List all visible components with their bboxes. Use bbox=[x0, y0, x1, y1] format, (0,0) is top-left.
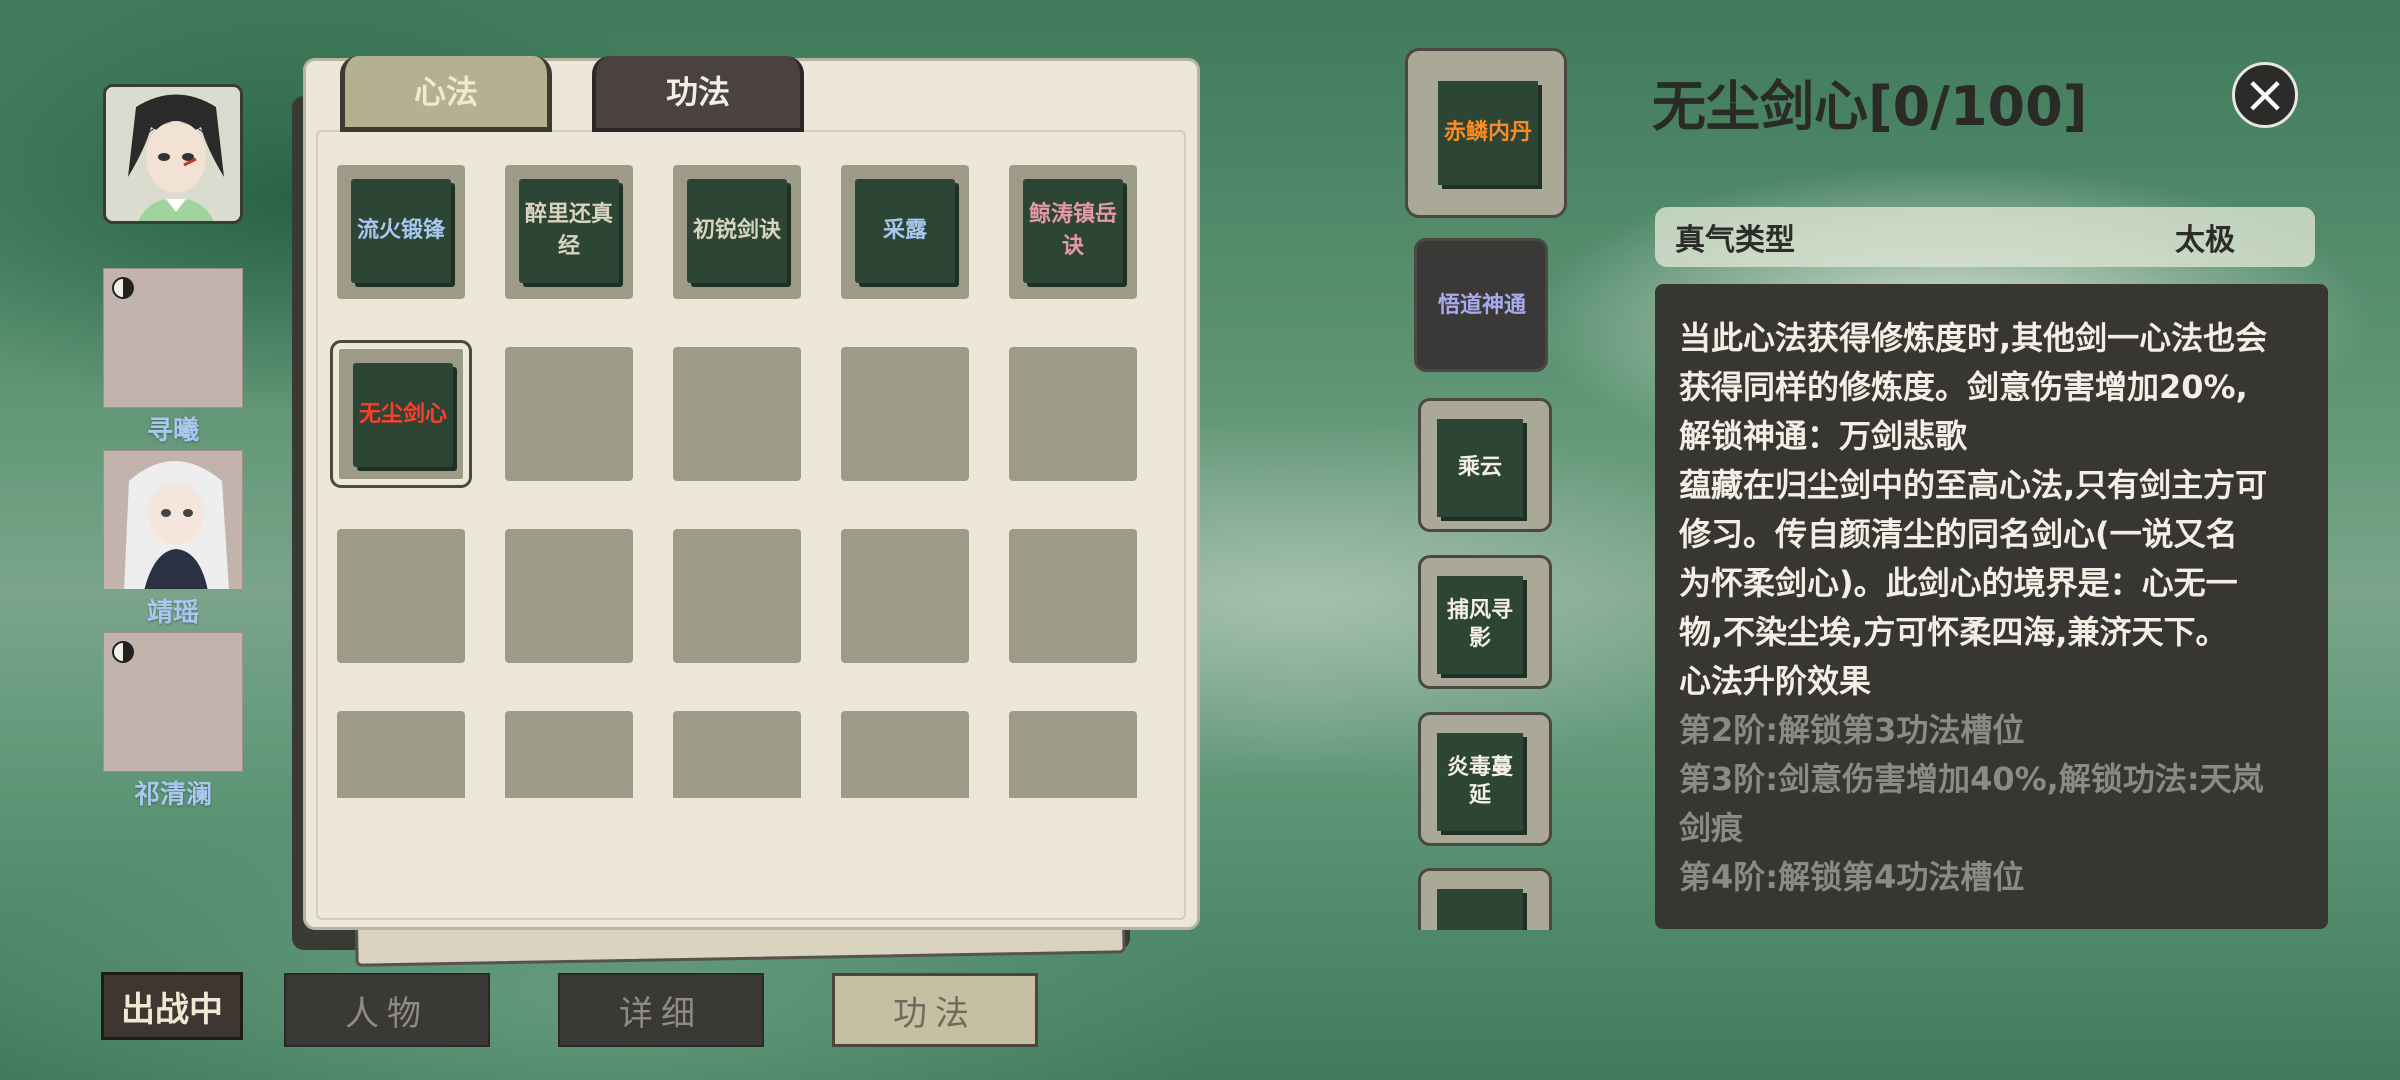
member-portrait-art bbox=[104, 451, 242, 589]
tab-xinfa[interactable]: 心法 bbox=[340, 56, 552, 132]
empty-skill-slot[interactable] bbox=[841, 347, 969, 481]
upgrade-line: 第2阶:解锁第3功法槽位 bbox=[1679, 711, 2025, 749]
gongfa-button[interactable]: 功法 bbox=[832, 973, 1038, 1047]
member-name: 祁清澜 bbox=[133, 780, 212, 810]
skill-card: 乘云 bbox=[1437, 419, 1523, 517]
roster-slot-1[interactable] bbox=[103, 268, 243, 408]
empty-skill-slot[interactable] bbox=[1009, 529, 1137, 663]
skill-card: 流火锻锋 bbox=[351, 179, 451, 283]
side-skill-column: 悟道神通 bbox=[1400, 236, 1552, 376]
skill-slot[interactable]: 流火锻锋 bbox=[337, 165, 465, 299]
member-name: 寻曦 bbox=[146, 416, 199, 446]
skill-card: 悟道神通 bbox=[1437, 293, 1526, 318]
upgrade-line: 剑痕 bbox=[1679, 809, 1744, 847]
detail-button[interactable]: 详细 bbox=[558, 973, 764, 1047]
qi-type-label: 真气类型 bbox=[1675, 223, 1795, 258]
member-name: 靖瑶 bbox=[146, 598, 199, 628]
close-icon: × bbox=[2243, 65, 2287, 125]
desc-line: 蕴藏在归尘剑中的至高心法,只有剑主方可 bbox=[1679, 466, 2268, 504]
empty-skill-slot[interactable] bbox=[673, 711, 801, 798]
empty-skill-slot[interactable] bbox=[505, 711, 633, 798]
empty-skill-slot[interactable] bbox=[337, 529, 465, 663]
taiji-icon bbox=[112, 641, 134, 663]
skill-card: 炎毒蔓延 bbox=[1437, 733, 1523, 831]
skill-slot[interactable]: 采露 bbox=[841, 165, 969, 299]
skill-grid: 流火锻锋 醉里还真经 初锐剑诀 采露 鲸涛镇岳诀 无尘剑心 bbox=[330, 160, 1150, 798]
taiji-icon bbox=[112, 277, 134, 299]
skill-card: 无尘剑心 bbox=[353, 363, 453, 467]
empty-skill-slot[interactable] bbox=[841, 529, 969, 663]
side-skill-slot[interactable]: 炎毒蔓延 bbox=[1418, 712, 1552, 846]
active-character-portrait[interactable] bbox=[103, 84, 243, 224]
skill-slot[interactable]: 初锐剑诀 bbox=[673, 165, 801, 299]
side-skill-slot-partial[interactable] bbox=[1418, 868, 1552, 930]
desc-line: 物,不染尘埃,方可怀柔四海,兼济天下。 bbox=[1679, 613, 2228, 651]
desc-line: 解锁神通：万剑悲歌 bbox=[1679, 417, 1968, 455]
skill-card: 捕风寻影 bbox=[1437, 576, 1523, 674]
desc-line: 修习。传自颜清尘的同名剑心(一说又名 bbox=[1679, 515, 2238, 553]
upgrade-line: 第3阶:剑意伤害增加40%,解锁功法:天岚 bbox=[1679, 760, 2264, 798]
character-button[interactable]: 人物 bbox=[284, 973, 490, 1047]
equipped-inner-core[interactable]: 赤鳞内丹 bbox=[1405, 48, 1567, 218]
skill-slot[interactable]: 醉里还真经 bbox=[505, 165, 633, 299]
side-skill-slot bbox=[1418, 868, 1552, 930]
side-skill-slot[interactable]: 悟道神通 bbox=[1414, 238, 1548, 372]
empty-skill-slot[interactable] bbox=[1009, 711, 1137, 798]
empty-skill-slot[interactable] bbox=[673, 529, 801, 663]
empty-skill-slot[interactable] bbox=[337, 711, 465, 798]
empty-skill-slot[interactable] bbox=[505, 529, 633, 663]
desc-line: 当此心法获得修炼度时,其他剑一心法也会 bbox=[1679, 319, 2268, 357]
deployed-status-badge: 出战中 bbox=[101, 972, 243, 1040]
empty-skill-slot[interactable] bbox=[673, 347, 801, 481]
desc-line: 为怀柔剑心)。此剑心的境界是：心无一 bbox=[1679, 564, 2238, 602]
desc-line: 获得同样的修炼度。剑意伤害增加20%, bbox=[1679, 368, 2248, 406]
character-portrait-art bbox=[106, 87, 240, 221]
empty-skill-slot[interactable] bbox=[1009, 347, 1137, 481]
qi-type-row: 真气类型 太极 bbox=[1655, 207, 2315, 267]
skill-card: 鲸涛镇岳诀 bbox=[1023, 179, 1123, 283]
qi-type-value: 太极 bbox=[2175, 223, 2235, 258]
skill-card: 赤鳞内丹 bbox=[1438, 81, 1538, 185]
skill-title: 无尘剑心[0/100] bbox=[1652, 75, 2088, 138]
tab-gongfa[interactable]: 功法 bbox=[592, 56, 804, 132]
empty-skill-slot[interactable] bbox=[505, 347, 633, 481]
side-skill-slot[interactable]: 乘云 bbox=[1418, 398, 1552, 532]
empty-skill-slot[interactable] bbox=[841, 711, 969, 798]
side-skill-slot[interactable]: 捕风寻影 bbox=[1418, 555, 1552, 689]
roster-slot-2[interactable] bbox=[103, 450, 243, 590]
desc-line: 心法升阶效果 bbox=[1679, 662, 1872, 700]
skill-card: 醉里还真经 bbox=[519, 179, 619, 283]
skill-card: 初锐剑诀 bbox=[687, 179, 787, 283]
close-button[interactable]: × bbox=[2232, 62, 2298, 128]
skill-slot-selected[interactable]: 无尘剑心 bbox=[330, 340, 472, 488]
roster-slot-3[interactable] bbox=[103, 632, 243, 772]
upgrade-line: 第4阶:解锁第4功法槽位 bbox=[1679, 858, 2025, 896]
skill-slot[interactable]: 鲸涛镇岳诀 bbox=[1009, 165, 1137, 299]
skill-card: 采露 bbox=[855, 179, 955, 283]
skill-card bbox=[1437, 889, 1523, 930]
skill-description[interactable]: 当此心法获得修炼度时,其他剑一心法也会 获得同样的修炼度。剑意伤害增加20%, … bbox=[1655, 284, 2328, 929]
